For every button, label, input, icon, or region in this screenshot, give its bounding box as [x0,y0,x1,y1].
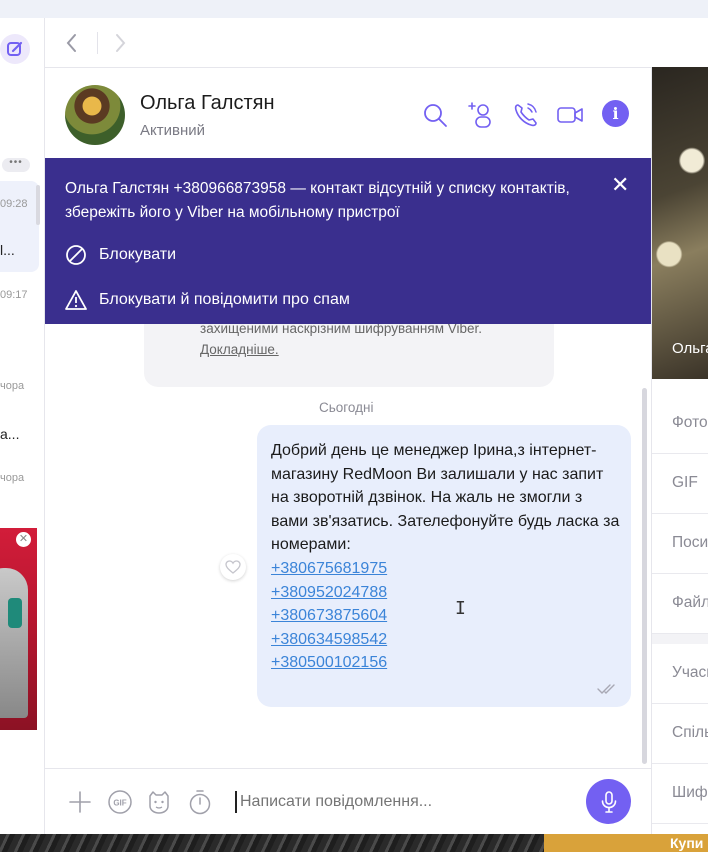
compose-button[interactable] [0,34,30,64]
message-input-bar: GIF [45,768,651,834]
ad-figure [0,568,28,718]
back-arrow-icon[interactable] [61,30,83,56]
contact-name[interactable]: Ольга Галстян [140,92,275,115]
panel-item-members[interactable]: Учасники [652,644,708,704]
voice-call-icon[interactable] [511,100,541,130]
banner-text: Ольга Галстян +380966873958 — контакт ві… [65,180,570,221]
text-cursor-icon: I [455,598,466,619]
video-call-icon[interactable] [555,100,585,130]
panel-item-label: Спільні [672,724,708,741]
chat-list-scrollbar[interactable] [36,185,40,225]
panel-item-files[interactable]: Файли [652,574,708,634]
chat-window: Ольга Галстян Активний i захищеними наск… [45,18,651,834]
sticker-icon[interactable] [146,789,172,815]
panel-item-label: GIF [672,474,698,491]
panel-item-photos[interactable]: Фото [652,394,708,454]
block-report-label: Блокувати й повідомити про спам [99,291,350,308]
chat-list-panel: ••• 09:28 l... 09:17 чора a... чора ✕ [0,18,45,834]
timer-icon[interactable] [187,789,213,815]
banner-close-button[interactable]: ✕ [611,172,629,198]
block-icon [66,245,86,265]
message-input[interactable] [240,793,570,811]
plus-icon[interactable] [67,789,93,815]
chat-scrollbar[interactable] [642,388,647,764]
contact-avatar[interactable] [65,85,125,145]
microphone-icon [601,790,616,813]
bottom-ad-image[interactable] [0,834,544,852]
chat-snippet[interactable]: a... [0,426,19,442]
chat-time: 09:28 [0,198,28,210]
block-button[interactable]: Блокувати [65,244,176,266]
panel-item-gif[interactable]: GIF [652,454,708,514]
panel-item-label: Шифрування [672,784,708,801]
ad-close-button[interactable]: ✕ [16,532,31,547]
panel-divider [652,634,708,644]
panel-item-shared[interactable]: Спільні [652,704,708,764]
phone-link[interactable]: +380500102156 [271,651,621,675]
message-bubble[interactable]: Добрий день це менеджер Ірина,з інтернет… [257,425,631,707]
chat-time: чора [0,472,25,484]
svg-text:GIF: GIF [113,799,126,808]
voice-message-button[interactable] [586,779,631,824]
message-text: Добрий день це менеджер Ірина,з інтернет… [271,442,620,554]
panel-item-links[interactable]: Посилання [652,514,708,574]
message-content: Добрий день це менеджер Ірина,з інтернет… [271,439,621,675]
search-icon[interactable] [420,100,450,130]
block-report-button[interactable]: Блокувати й повідомити про спам [65,289,350,311]
contact-info-panel: Ольга Фото GIF Посилання Файли Учасники … [651,67,708,852]
phone-link[interactable]: +380673875604 [271,604,621,628]
panel-item-encryption[interactable]: Шифрування [652,764,708,824]
contact-photo[interactable]: Ольга [652,67,708,379]
ad-figure-detail [8,598,22,628]
phone-link[interactable]: +380634598542 [271,628,621,652]
add-contact-icon[interactable] [466,100,496,130]
info-icon[interactable]: i [602,100,629,127]
like-button[interactable] [220,554,246,580]
contact-status: Активний [140,122,205,139]
warning-icon [65,290,87,310]
unknown-contact-banner: Ольга Галстян +380966873958 — контакт ві… [45,158,651,324]
more-options-dots[interactable]: ••• [2,158,30,172]
chat-time: 09:17 [0,289,28,301]
top-strip [0,0,708,18]
heart-icon [225,560,241,574]
chat-snippet[interactable]: l... [0,242,15,258]
gif-icon[interactable]: GIF [107,789,133,815]
panel-contact-name: Ольга [672,340,708,357]
forward-arrow-icon[interactable] [109,30,131,56]
input-caret [235,791,237,813]
panel-item-label: Учасники [672,664,708,681]
learn-more-link[interactable]: Докладніше. [200,342,279,357]
phone-link[interactable]: +380952024788 [271,581,621,605]
panel-item-label: Фото [672,414,708,431]
panel-item-label: Файли [672,594,708,611]
nav-divider [97,32,98,54]
selected-chat-item[interactable] [0,181,39,272]
message-status-icon [597,684,615,694]
ad-image[interactable]: ✕ [0,528,37,730]
bottom-ad-banner[interactable]: Купи [544,834,708,852]
navigation-bar [45,18,651,68]
phone-link[interactable]: +380675681975 [271,557,621,581]
date-separator: Сьогодні [319,400,374,415]
chat-time: чора [0,380,25,392]
panel-item-label: Посилання [672,534,708,551]
bottom-ad-label: Купи [670,835,704,851]
chat-header: Ольга Галстян Активний [45,68,651,158]
compose-icon [7,41,23,56]
block-label: Блокувати [99,246,177,263]
